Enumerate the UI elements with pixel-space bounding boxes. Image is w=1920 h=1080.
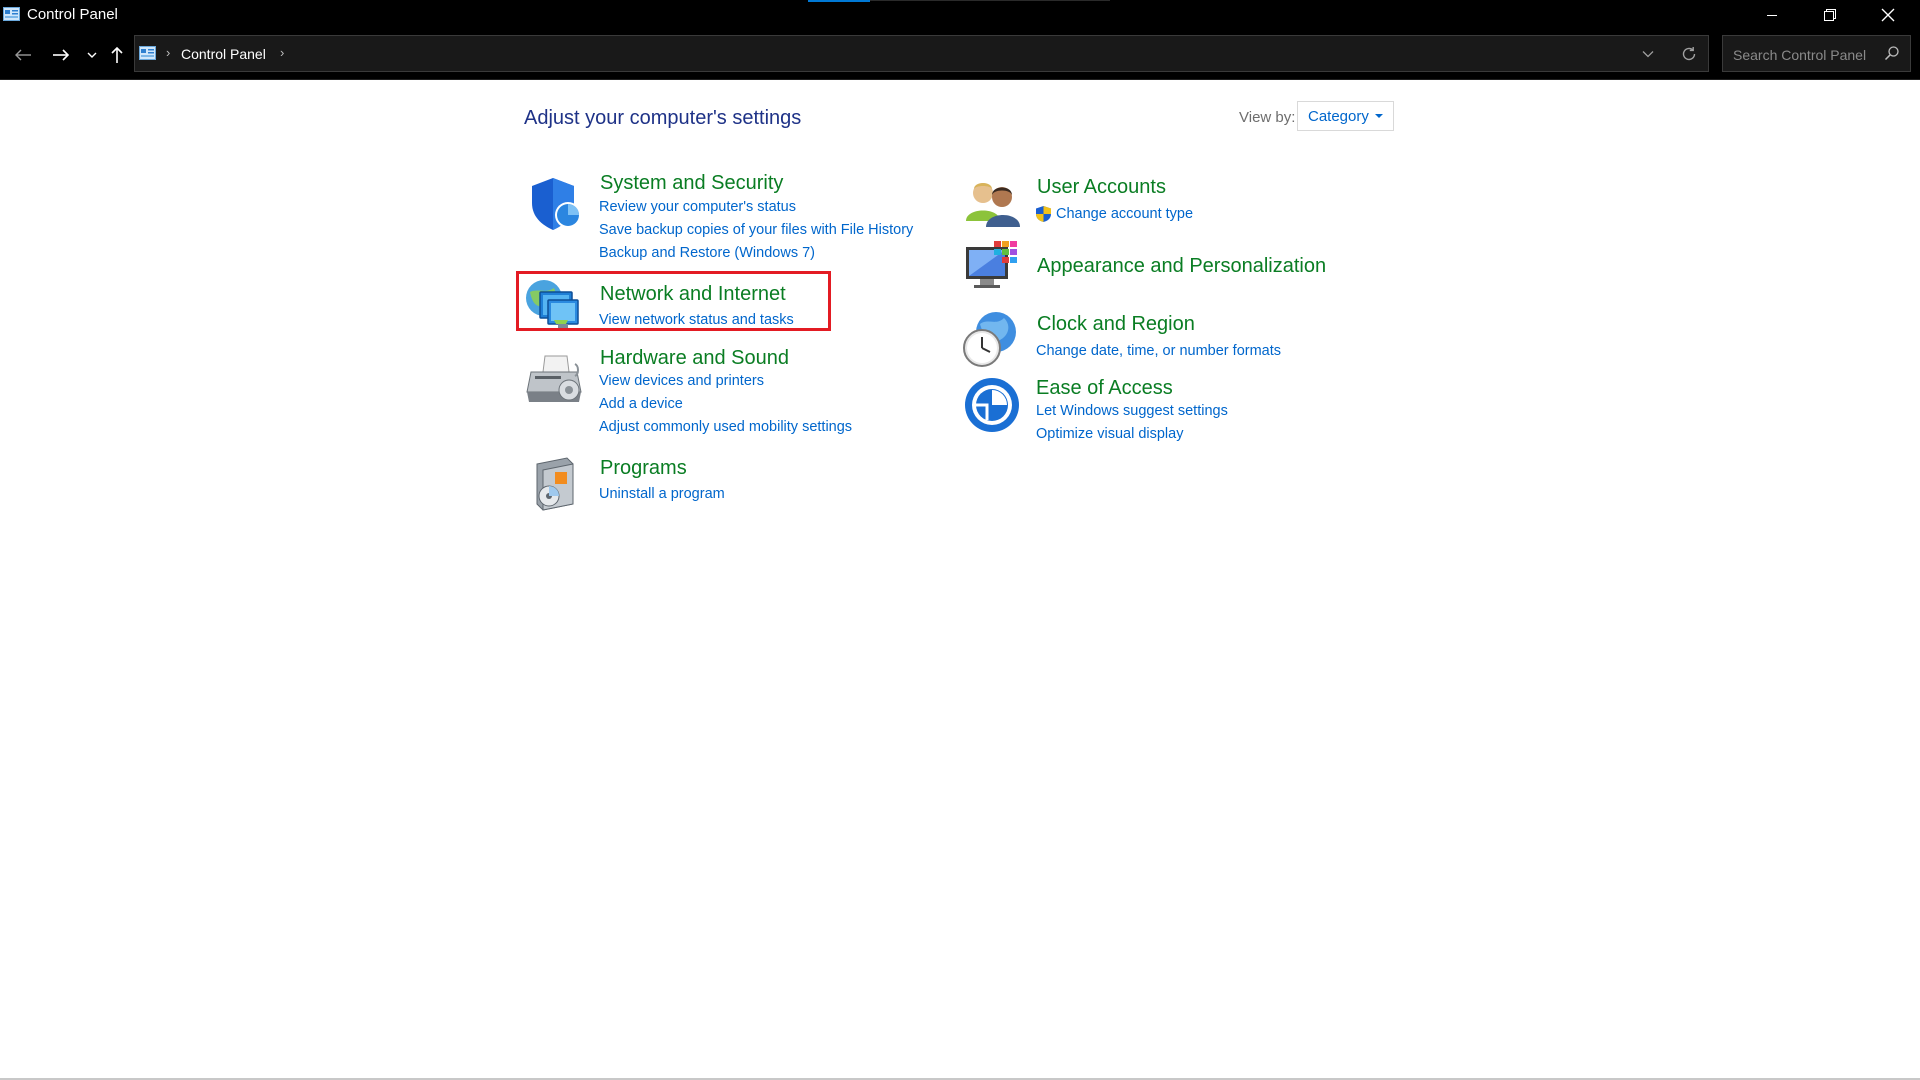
view-by-dropdown[interactable]: Category: [1297, 101, 1394, 131]
category-appearance-and-personalization[interactable]: Appearance and Personalization: [1037, 255, 1326, 278]
shield-icon[interactable]: [526, 175, 584, 233]
page-title: Adjust your computer's settings: [524, 107, 802, 129]
address-history-dropdown[interactable]: [1638, 44, 1658, 64]
category-user-accounts[interactable]: User Accounts: [1037, 176, 1166, 199]
window-title: Control Panel: [27, 6, 118, 23]
close-button[interactable]: [1859, 0, 1917, 30]
link-add-device[interactable]: Add a device: [599, 396, 683, 412]
chevron-down-icon: [1642, 51, 1654, 58]
link-optimize-visual-display[interactable]: Optimize visual display: [1036, 426, 1183, 442]
clock-globe-icon[interactable]: [962, 310, 1020, 368]
back-button[interactable]: [10, 42, 36, 68]
link-windows-suggest-settings[interactable]: Let Windows suggest settings: [1036, 403, 1228, 419]
programs-box-icon[interactable]: [527, 456, 585, 514]
arrow-left-icon: [15, 49, 31, 61]
uac-shield-icon: [1036, 206, 1051, 222]
link-mobility-settings[interactable]: Adjust commonly used mobility settings: [599, 419, 852, 435]
refresh-button[interactable]: [1678, 43, 1700, 65]
link-file-history-backup[interactable]: Save backup copies of your files with Fi…: [599, 222, 913, 238]
forward-button[interactable]: [48, 42, 74, 68]
category-programs[interactable]: Programs: [600, 457, 687, 480]
printer-icon[interactable]: [525, 352, 583, 410]
view-by-label: View by:: [1239, 109, 1296, 126]
category-system-and-security[interactable]: System and Security: [600, 172, 783, 195]
users-icon[interactable]: [964, 175, 1022, 233]
link-change-date-formats[interactable]: Change date, time, or number formats: [1036, 343, 1281, 359]
title-accent-line: [808, 0, 870, 2]
link-backup-restore[interactable]: Backup and Restore (Windows 7): [599, 245, 815, 261]
title-bar: Control Panel: [0, 0, 1920, 30]
refresh-icon: [1682, 47, 1696, 61]
control-panel-icon: [3, 7, 20, 21]
navigation-bar: › Control Panel ›: [0, 30, 1920, 80]
link-review-computer-status[interactable]: Review your computer's status: [599, 199, 796, 215]
link-change-account-type[interactable]: Change account type: [1056, 206, 1193, 222]
chevron-down-icon: [87, 52, 97, 58]
caret-down-icon: [1374, 114, 1383, 118]
breadcrumb-separator-icon[interactable]: ›: [166, 45, 170, 60]
arrow-up-icon: [111, 46, 123, 63]
appearance-monitor-icon[interactable]: [964, 239, 1022, 297]
link-view-devices-printers[interactable]: View devices and printers: [599, 373, 764, 389]
search-box[interactable]: [1722, 35, 1911, 73]
title-accent-line-secondary: [870, 0, 1110, 1]
restore-icon: [1824, 9, 1836, 21]
view-by-value: Category: [1308, 107, 1369, 125]
control-panel-icon: [139, 46, 156, 60]
highlight-box: [516, 271, 831, 331]
close-icon: [1881, 8, 1895, 22]
category-ease-of-access[interactable]: Ease of Access: [1036, 377, 1173, 400]
restore-button[interactable]: [1801, 0, 1859, 30]
minimize-icon: [1767, 15, 1777, 16]
arrow-right-icon: [53, 49, 70, 61]
link-uninstall-program[interactable]: Uninstall a program: [599, 486, 725, 502]
breadcrumb-control-panel[interactable]: Control Panel: [181, 46, 266, 62]
category-hardware-and-sound[interactable]: Hardware and Sound: [600, 347, 789, 370]
up-button[interactable]: [107, 42, 127, 68]
recent-locations-button[interactable]: [84, 42, 100, 68]
address-bar[interactable]: › Control Panel ›: [134, 35, 1709, 72]
search-input[interactable]: [1723, 36, 1885, 73]
minimize-button[interactable]: [1743, 0, 1801, 30]
ease-of-access-icon[interactable]: [963, 376, 1021, 434]
category-clock-and-region[interactable]: Clock and Region: [1037, 313, 1195, 336]
breadcrumb-separator-icon[interactable]: ›: [280, 45, 284, 60]
magnifier-icon[interactable]: [1884, 45, 1900, 61]
